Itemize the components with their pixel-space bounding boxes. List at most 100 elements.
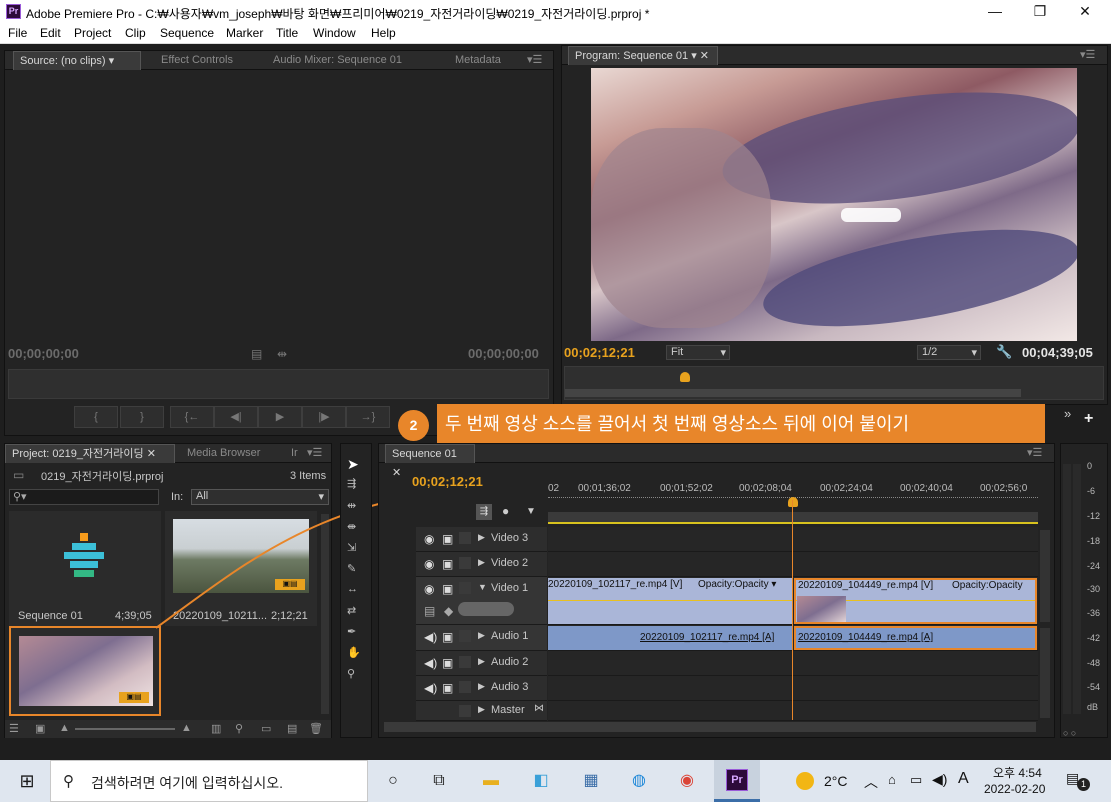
track-select-tool-icon[interactable]: ⇶ (347, 477, 356, 490)
windows-start-icon[interactable]: ⊞ (12, 766, 42, 796)
razor-tool-icon[interactable]: ✎ (347, 562, 356, 575)
clip-v1-second[interactable]: 20220109_104449_re.mp4 [V] Opacity:Opaci… (794, 578, 1037, 624)
clock-time[interactable]: 오후 4:54 (993, 764, 1042, 781)
zoom-tool-icon[interactable]: ⚲ (347, 667, 355, 680)
ruler-label: 00;02;56;0 (980, 483, 1028, 494)
premiere-taskbar-button[interactable]: Pr (714, 760, 760, 802)
clip-label: 20220109_102117_re.mp4 [V] (548, 579, 683, 590)
expand-icon[interactable]: ▶ (478, 656, 485, 667)
speaker-icon[interactable]: ◀) (424, 681, 437, 695)
notepad-icon[interactable]: ◧ (526, 766, 556, 796)
opacity-line[interactable] (548, 600, 793, 601)
lock-icon[interactable]: ▣ (442, 582, 453, 596)
lock-icon[interactable]: ▣ (442, 656, 453, 670)
lock-icon[interactable]: ▣ (442, 681, 453, 695)
display-style-icon[interactable]: ▤ (424, 604, 435, 618)
ruler-label: 00;02;40;04 (900, 483, 953, 494)
ripple-edit-tool-icon[interactable]: ⇹ (347, 499, 356, 512)
lane-audio3[interactable] (548, 676, 1038, 701)
notification-icon[interactable]: ▤ 1 (1066, 770, 1090, 791)
clip-a1-second[interactable]: 20220109_104449_re.mp4 [A] (794, 626, 1037, 650)
set-marker-flag-icon[interactable]: ▼ (526, 506, 536, 517)
network-icon[interactable]: ▭ (910, 772, 922, 788)
lane-audio2[interactable] (548, 651, 1038, 676)
edge-icon[interactable]: ◍ (624, 766, 654, 796)
clock-date[interactable]: 2022-02-20 (984, 782, 1045, 796)
work-area-bar[interactable] (548, 512, 1038, 524)
ruler-label: 02 (548, 483, 560, 494)
speaker-icon[interactable]: ◀) (424, 656, 437, 670)
target-toggle[interactable] (459, 681, 471, 693)
lock-icon[interactable]: ▣ (442, 532, 453, 546)
meter-bar-left (1063, 464, 1071, 714)
taskbar-search-box[interactable]: ⚲ 검색하려면 여기에 입력하십시오. (50, 760, 368, 802)
timeline-ruler[interactable]: 02 00;01;36;02 00;01;52;02 00;02;08;04 0… (548, 483, 1038, 497)
keyframe-icon[interactable]: ◆ (444, 604, 453, 618)
speaker-icon[interactable]: ◀) (424, 630, 437, 644)
pen-tool-icon[interactable]: ✒ (347, 625, 356, 638)
target-toggle[interactable] (459, 656, 471, 668)
rolling-edit-tool-icon[interactable]: ⇼ (347, 520, 356, 533)
timeline-tabrow: Sequence 01 ✕ ▾☰ (379, 444, 1054, 479)
clip-label: 20220109_104449_re.mp4 [V] (798, 580, 934, 591)
chrome-icon[interactable]: ◉ (672, 766, 702, 796)
set-marker-icon[interactable]: ● (502, 504, 509, 518)
target-toggle[interactable] (459, 705, 471, 717)
cortana-icon[interactable]: ○ (378, 766, 408, 796)
task-view-icon[interactable]: ⧉ (424, 766, 454, 796)
expand-icon[interactable]: ▶ (478, 532, 485, 543)
video-tracks-scrollbar[interactable] (1040, 530, 1050, 622)
slip-tool-icon[interactable]: ↔ (347, 583, 358, 595)
collapse-icon[interactable]: ▼ (478, 582, 487, 592)
clip-label: 20220109_102117_re.mp4 [A] (640, 632, 775, 643)
audio-tracks-scrollbar[interactable] (1040, 628, 1050, 718)
file-explorer-icon[interactable]: ▬ (476, 766, 506, 796)
rate-stretch-tool-icon[interactable]: ⇲ (347, 541, 356, 554)
timeline-playhead-handle[interactable] (788, 497, 798, 507)
volume-icon[interactable]: ◀) (932, 771, 947, 788)
eye-icon[interactable]: ◉ (424, 582, 434, 596)
keyframe-nav[interactable] (458, 602, 514, 616)
lane-video3[interactable] (548, 527, 1038, 552)
target-toggle[interactable] (459, 532, 471, 544)
clip-thumbnail (797, 596, 846, 622)
meter-tick: -12 (1087, 511, 1101, 521)
timeline-horizontal-scrollbar[interactable] (384, 722, 1036, 732)
meter-tick: -36 (1087, 608, 1101, 618)
meter-tick: -48 (1087, 658, 1101, 668)
timeline-playhead-line[interactable] (792, 500, 793, 720)
meter-tick: -18 (1087, 536, 1101, 546)
selection-tool-icon[interactable]: ➤ (347, 456, 359, 473)
meter-tick: -6 (1087, 486, 1096, 496)
track-header-audio1: ◀) ▣ ▶ Audio 1 (416, 625, 547, 651)
lane-master[interactable] (548, 701, 1038, 721)
eye-icon[interactable]: ◉ (424, 557, 434, 571)
tray-device-icon[interactable]: ⌂ (888, 772, 896, 787)
tab-sequence[interactable]: Sequence 01 ✕ (385, 444, 475, 479)
tray-chevron-icon[interactable]: ︿ (864, 772, 878, 792)
taskbar-search-placeholder: 검색하려면 여기에 입력하십시오. (91, 775, 283, 791)
weather-temp[interactable]: 2°C (824, 773, 848, 789)
eye-icon[interactable]: ◉ (424, 532, 434, 546)
clip-a1-first[interactable]: 20220109_102117_re.mp4 [A] (548, 626, 793, 650)
audio-meter-panel: ○ ○ (1060, 443, 1108, 738)
timeline-panel-menu-icon[interactable]: ▾☰ (1021, 444, 1048, 463)
expand-icon[interactable]: ▶ (478, 557, 485, 568)
lock-icon[interactable]: ▣ (442, 630, 453, 644)
snap-icon[interactable]: ⇶ (476, 504, 492, 520)
expand-icon[interactable]: ▶ (478, 681, 485, 692)
hand-tool-icon[interactable]: ✋ (347, 646, 361, 659)
calculator-icon[interactable]: ▦ (576, 766, 606, 796)
expand-icon[interactable]: ▶ (478, 630, 485, 641)
lane-video2[interactable] (548, 552, 1038, 577)
target-toggle[interactable] (459, 630, 471, 642)
ime-indicator[interactable]: A (958, 770, 969, 788)
solo-icon[interactable]: ○ ○ (1063, 728, 1076, 738)
clip-v1-first[interactable]: 20220109_102117_re.mp4 [V] Opacity:Opaci… (548, 578, 793, 624)
target-toggle[interactable] (459, 557, 471, 569)
target-toggle[interactable] (459, 582, 471, 594)
lock-icon[interactable]: ▣ (442, 557, 453, 571)
expand-icon[interactable]: ▶ (478, 704, 485, 715)
track-header-video3: ◉ ▣ ▶ Video 3 (416, 527, 547, 552)
slide-tool-icon[interactable]: ⇄ (347, 604, 356, 617)
